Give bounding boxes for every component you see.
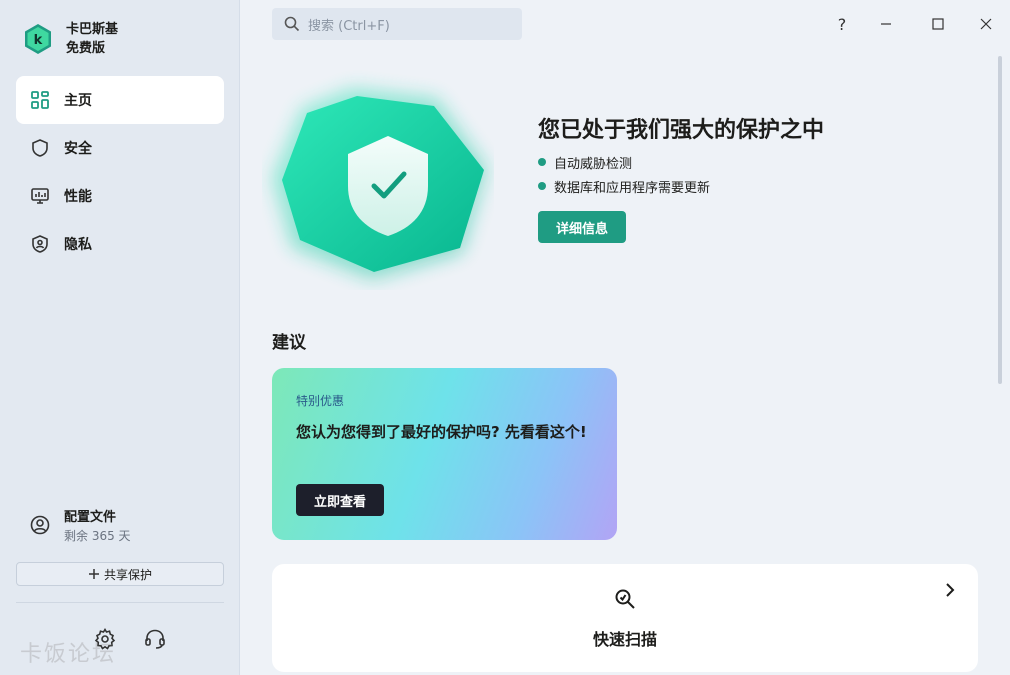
support-headset-icon[interactable] bbox=[143, 627, 167, 651]
status-bullet-text: 自动威胁检测 bbox=[554, 156, 633, 172]
sidebar-item-privacy[interactable]: 隐私 bbox=[16, 220, 224, 268]
sidebar-divider bbox=[16, 602, 224, 603]
monitor-icon bbox=[31, 188, 49, 204]
close-button[interactable] bbox=[974, 12, 998, 36]
sidebar-item-label: 安全 bbox=[64, 141, 92, 157]
maximize-button[interactable] bbox=[926, 12, 950, 36]
watermark: 卡饭论坛 bbox=[20, 642, 117, 667]
search-icon bbox=[284, 16, 300, 32]
search-input[interactable]: 搜索 (Ctrl+F) bbox=[272, 8, 522, 40]
svg-text:k: k bbox=[34, 33, 43, 48]
profile-label: 配置文件 bbox=[64, 510, 117, 525]
sidebar-item-performance[interactable]: 性能 bbox=[16, 172, 224, 220]
promo-tag: 特别优惠 bbox=[296, 394, 345, 408]
quick-scan-card[interactable]: 快速扫描 bbox=[272, 564, 978, 672]
minimize-button[interactable] bbox=[874, 12, 898, 36]
home-grid-icon bbox=[31, 91, 49, 109]
close-icon bbox=[980, 18, 992, 30]
protection-status-title: 您已处于我们强大的保护之中 bbox=[538, 118, 825, 143]
search-placeholder: 搜索 (Ctrl+F) bbox=[308, 18, 390, 34]
user-icon bbox=[30, 515, 50, 535]
status-bullet: 自动威胁检测 bbox=[538, 150, 710, 174]
status-bullet: 数据库和应用程序需要更新 bbox=[538, 174, 710, 198]
view-now-button[interactable]: 立即查看 bbox=[296, 484, 384, 516]
scan-magnifier-icon bbox=[615, 589, 635, 609]
chevron-right-icon[interactable] bbox=[942, 582, 958, 598]
share-protection-label: 共享保护 bbox=[103, 567, 152, 582]
brand: k 卡巴斯基 免费版 bbox=[24, 20, 118, 58]
sidebar-item-label: 性能 bbox=[64, 189, 92, 205]
promo-text: 您认为您得到了最好的保护吗? 先看看这个! bbox=[296, 423, 587, 441]
kaspersky-logo-icon: k bbox=[25, 24, 51, 54]
bullet-dot-icon bbox=[538, 182, 546, 190]
sidebar-item-security[interactable]: 安全 bbox=[16, 124, 224, 172]
profile-remaining: 剩余 365 天 bbox=[64, 529, 131, 543]
quick-scan-label: 快速扫描 bbox=[592, 630, 657, 649]
details-button-label: 详细信息 bbox=[555, 221, 608, 237]
view-now-label: 立即查看 bbox=[313, 494, 366, 510]
sidebar-item-home[interactable]: 主页 bbox=[16, 76, 224, 124]
sidebar-item-label: 隐私 bbox=[64, 237, 92, 253]
status-bullet-text: 数据库和应用程序需要更新 bbox=[554, 180, 711, 196]
shield-icon bbox=[32, 139, 48, 157]
plus-icon bbox=[88, 569, 99, 579]
share-protection-button[interactable]: 共享保护 bbox=[16, 562, 224, 586]
sidebar-item-label: 主页 bbox=[64, 93, 92, 109]
recommendations-title: 建议 bbox=[272, 333, 306, 353]
privacy-shield-icon bbox=[32, 235, 48, 253]
protection-status-shield-icon bbox=[272, 88, 487, 280]
maximize-icon bbox=[932, 18, 944, 30]
bullet-dot-icon bbox=[538, 158, 546, 166]
details-button[interactable]: 详细信息 bbox=[538, 211, 626, 243]
help-button[interactable]: ? bbox=[830, 12, 854, 36]
scrollbar[interactable] bbox=[998, 56, 1002, 384]
minimize-icon bbox=[881, 23, 891, 25]
sidebar-nav: 主页 安全 性能 隐私 bbox=[16, 76, 224, 268]
app-name: 卡巴斯基 bbox=[66, 22, 119, 37]
status-bullet-list: 自动威胁检测 数据库和应用程序需要更新 bbox=[538, 150, 710, 198]
profile-link[interactable]: 配置文件 剩余 365 天 bbox=[30, 506, 131, 544]
app-edition: 免费版 bbox=[66, 41, 106, 56]
help-label: ? bbox=[837, 14, 847, 34]
promo-card: 特别优惠 您认为您得到了最好的保护吗? 先看看这个! 立即查看 bbox=[272, 368, 617, 540]
sidebar: k 卡巴斯基 免费版 主页 安全 性能 隐私 配置文件 剩余 365 天 共享保… bbox=[0, 0, 240, 675]
